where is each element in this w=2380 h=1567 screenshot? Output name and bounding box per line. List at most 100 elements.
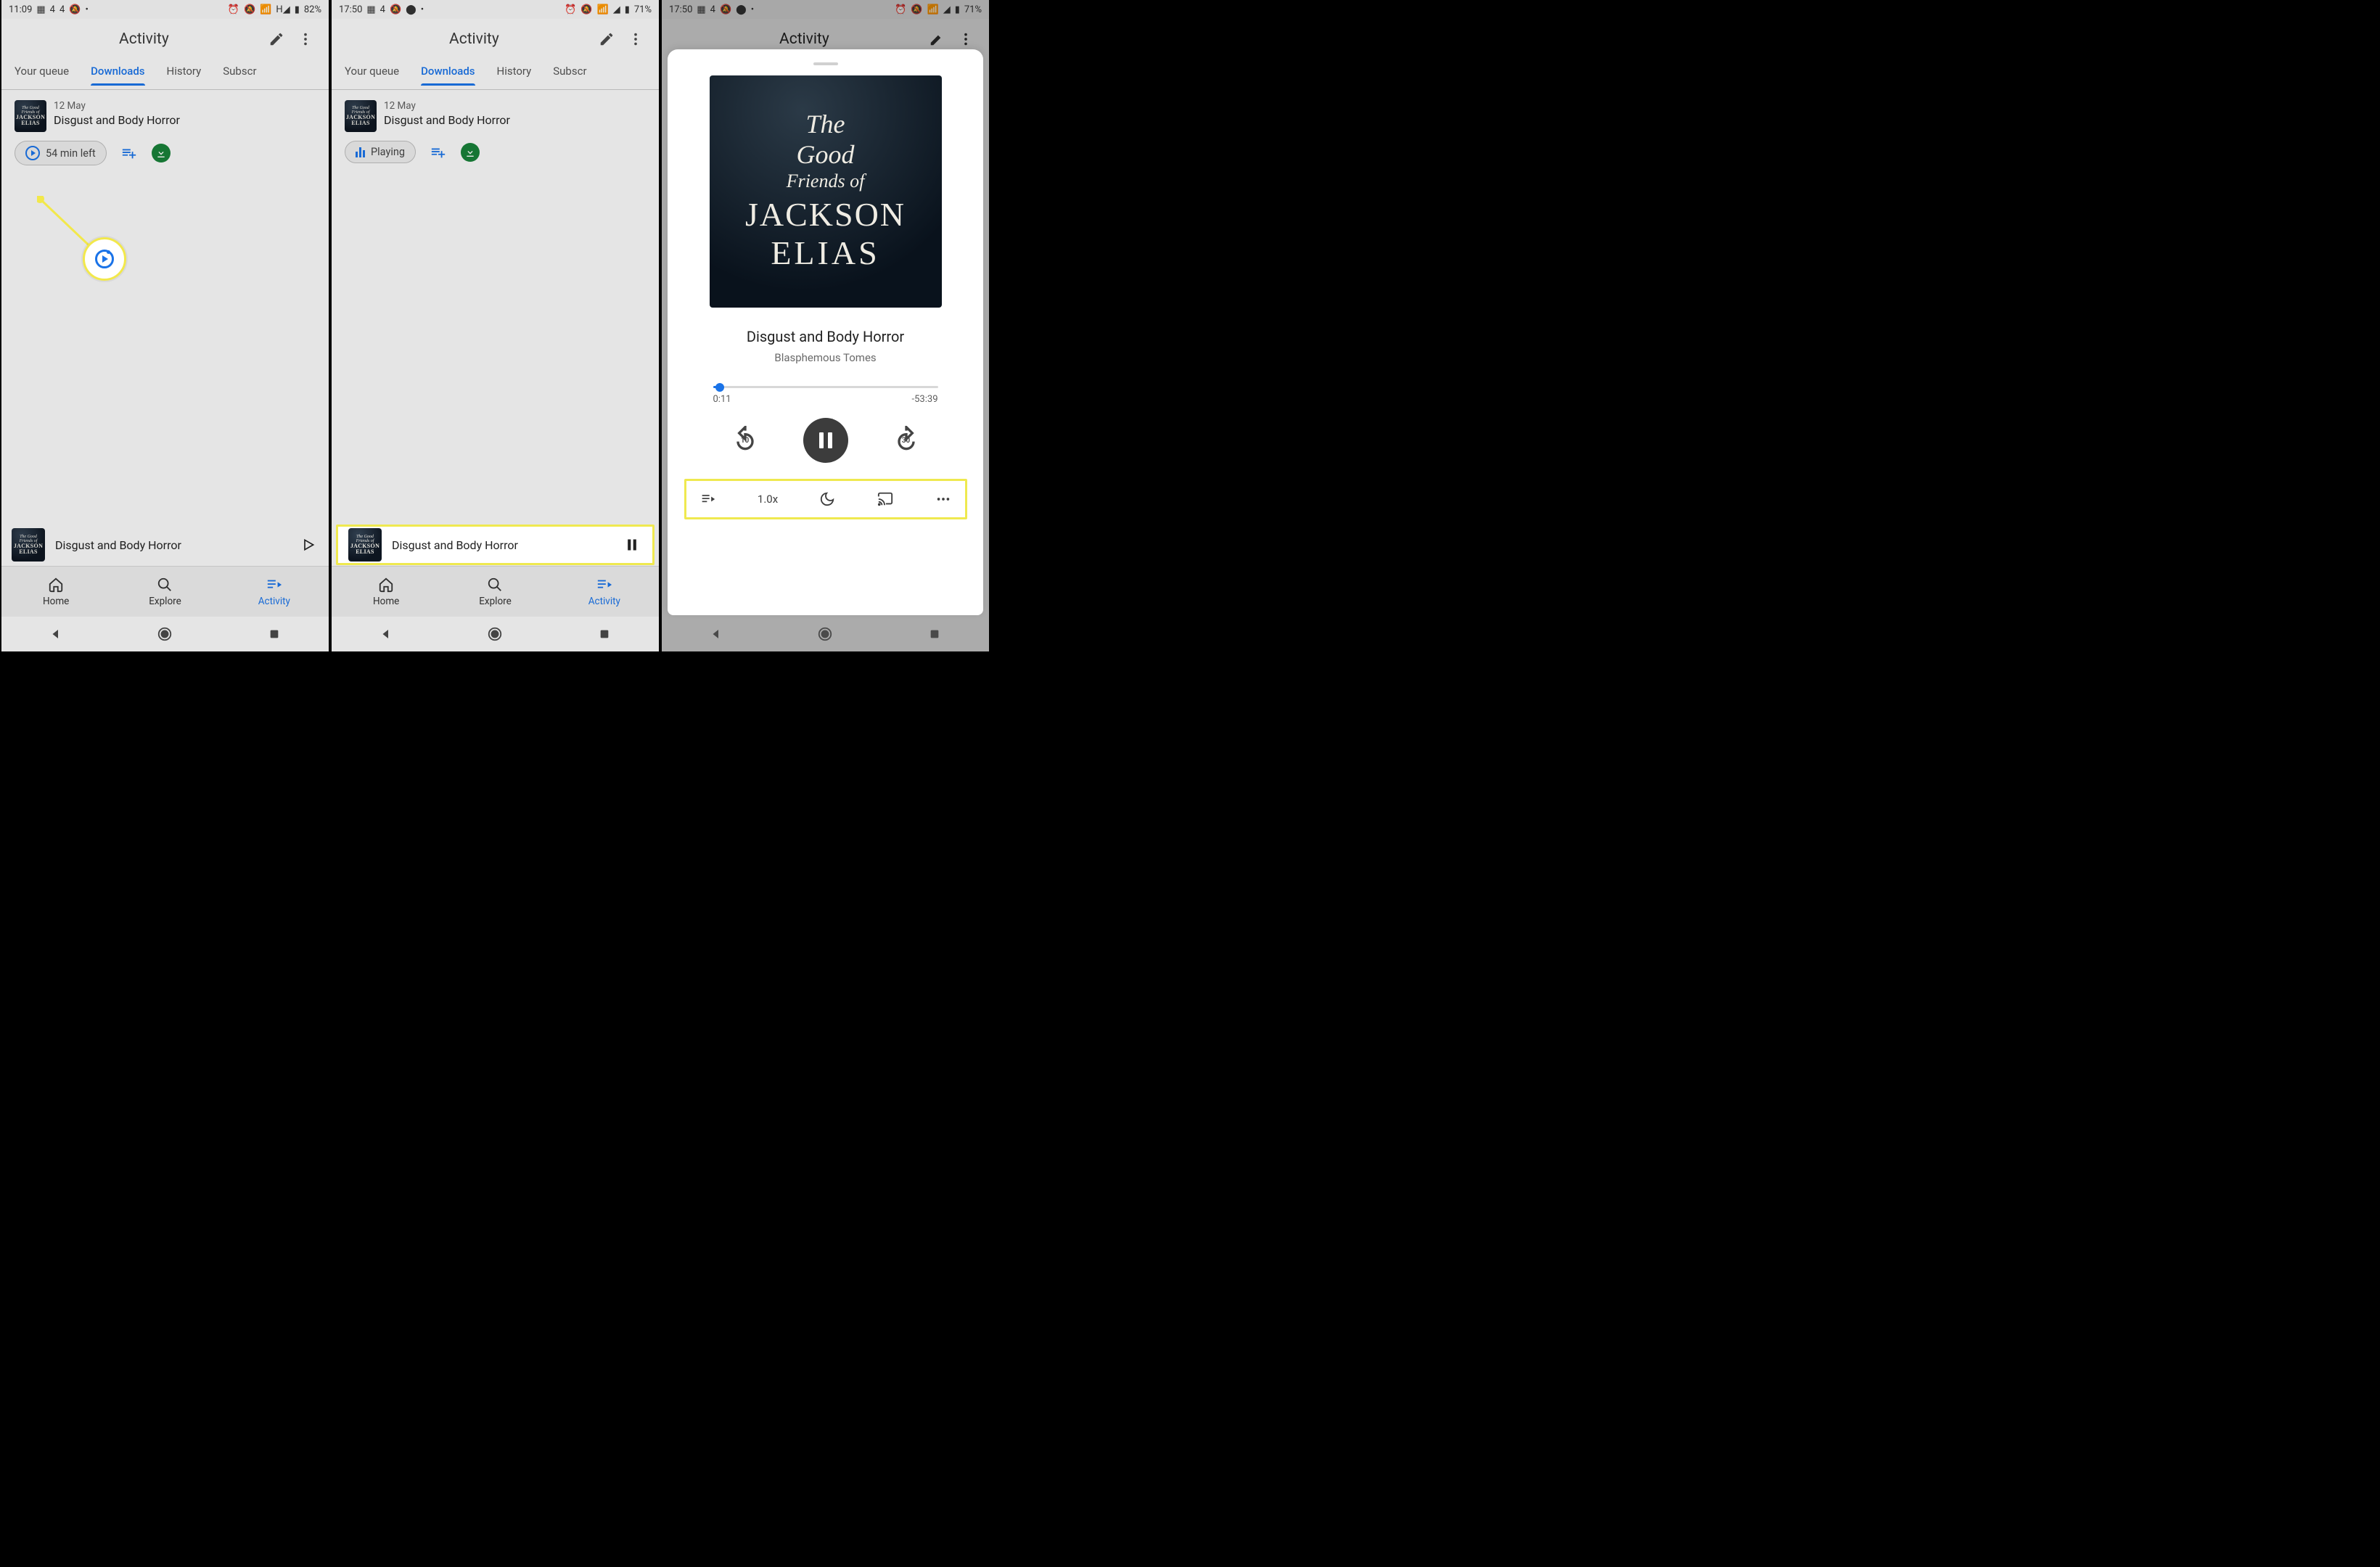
time-left: 54 min left xyxy=(46,147,96,160)
title-bar: Activity xyxy=(332,19,659,59)
mini-title: Disgust and Body Horror xyxy=(392,538,612,552)
page-title: Activity xyxy=(119,30,169,48)
episode-title: Disgust and Body Horror xyxy=(54,113,180,127)
tab-history[interactable]: History xyxy=(167,65,202,85)
sys-home[interactable] xyxy=(487,626,503,642)
play-chip[interactable]: 54 min left xyxy=(15,141,107,165)
more-button[interactable] xyxy=(291,25,320,54)
mini-player-highlighted[interactable]: The GoodFriends ofJACKSONELIAS Disgust a… xyxy=(336,525,654,565)
progress-bar[interactable]: 0:11 -53:39 xyxy=(713,386,938,405)
overflow-button[interactable] xyxy=(935,491,951,507)
tab-queue[interactable]: Your queue xyxy=(15,65,69,85)
alarm-icon: ⏰ xyxy=(228,4,239,15)
sys-back[interactable] xyxy=(708,626,724,642)
sys-recent[interactable] xyxy=(927,626,943,642)
callout-highlight xyxy=(83,237,126,281)
tab-history[interactable]: History xyxy=(497,65,532,85)
nav-home-label: Home xyxy=(43,596,69,607)
episode-item[interactable]: The GoodFriends ofJACKSONELIAS 12 May Di… xyxy=(332,90,659,163)
album-art: The Good Friends of JACKSON ELIAS xyxy=(710,75,942,308)
edit-button[interactable] xyxy=(592,25,621,54)
add-to-queue-button[interactable] xyxy=(120,145,139,161)
sleep-button[interactable] xyxy=(819,491,835,507)
tab-subs[interactable]: Subscr xyxy=(553,65,586,85)
mini-title: Disgust and Body Horror xyxy=(55,538,288,552)
pause-button[interactable] xyxy=(803,418,848,463)
tab-subs[interactable]: Subscr xyxy=(223,65,256,85)
add-to-queue-button[interactable] xyxy=(429,144,448,160)
mini-player[interactable]: The GoodFriends of JACKSONELIAS Disgust … xyxy=(1,525,329,565)
nav-explore[interactable]: Explore xyxy=(440,567,549,617)
tabs: Your queue Downloads History Subscr xyxy=(332,59,659,90)
sys-recent[interactable] xyxy=(266,626,282,642)
screen-2: 17:50 ▦ 4 🔕 ⬤ • ⏰ 🔕 📶 ◢ ▮ 71% Activity Y… xyxy=(330,0,660,651)
speed-button[interactable]: 1.0x xyxy=(758,493,778,506)
cast-button[interactable] xyxy=(876,491,895,507)
episode-item[interactable]: The GoodFriends of JACKSONELIAS 12 May D… xyxy=(1,90,329,165)
tab-queue[interactable]: Your queue xyxy=(345,65,399,85)
tabs: Your queue Downloads History Subscr xyxy=(1,59,329,90)
nav-explore[interactable]: Explore xyxy=(110,567,219,617)
skip-back-button[interactable]: 10 xyxy=(728,423,763,458)
queue-button[interactable] xyxy=(699,492,717,506)
mini-thumb: The GoodFriends ofJACKSONELIAS xyxy=(348,528,382,562)
tools-row-highlighted: 1.0x xyxy=(684,479,967,519)
signal-icon: ◢ xyxy=(613,4,620,15)
tab-downloads[interactable]: Downloads xyxy=(421,65,475,85)
wifi-icon: 📶 xyxy=(260,4,271,15)
episode-date: 12 May xyxy=(54,100,180,112)
dnd-icon: 🔕 xyxy=(69,4,81,15)
sys-back[interactable] xyxy=(48,626,64,642)
art-line2: Good xyxy=(797,140,855,169)
nav-home[interactable]: Home xyxy=(332,567,440,617)
tab-downloads[interactable]: Downloads xyxy=(91,65,144,85)
nav-home[interactable]: Home xyxy=(1,567,110,617)
bottom-nav: Home Explore Activity xyxy=(1,566,329,617)
drag-handle[interactable] xyxy=(813,62,838,65)
system-nav xyxy=(662,617,989,651)
app-icon: ⬤ xyxy=(406,4,416,15)
nav-activity[interactable]: Activity xyxy=(550,567,659,617)
downloaded-badge[interactable] xyxy=(152,144,171,163)
skip-fwd-amount: 30 xyxy=(902,437,910,445)
page-title: Activity xyxy=(449,30,499,48)
sys-home[interactable] xyxy=(817,626,833,642)
status-bar: 11:09 ▦ 4 4 🔕 • ⏰ 🔕 📶 H◢ ▮ 82% xyxy=(1,0,329,19)
search-icon xyxy=(157,577,173,593)
system-nav xyxy=(332,617,659,651)
more-button[interactable] xyxy=(621,25,650,54)
downloaded-badge[interactable] xyxy=(461,143,480,162)
art-line4: JACKSON xyxy=(745,195,906,234)
activity-icon xyxy=(266,577,283,593)
channel4b-icon: 4 xyxy=(60,4,65,15)
mute-icon: 🔕 xyxy=(244,4,255,15)
gallery-icon: ▦ xyxy=(36,4,45,15)
edit-button[interactable] xyxy=(262,25,291,54)
nav-activity[interactable]: Activity xyxy=(220,567,329,617)
battery-icon: ▮ xyxy=(295,4,300,15)
home-icon xyxy=(378,577,394,593)
activity-icon xyxy=(596,577,613,593)
mini-pause-button[interactable] xyxy=(622,538,642,552)
progress-knob[interactable] xyxy=(715,383,724,392)
gallery-icon: ▦ xyxy=(366,4,375,15)
mini-play-button[interactable] xyxy=(298,538,319,552)
battery-icon: ▮ xyxy=(625,4,630,15)
nav-home-label: Home xyxy=(373,596,399,607)
screen-1: 11:09 ▦ 4 4 🔕 • ⏰ 🔕 📶 H◢ ▮ 82% Activity … xyxy=(0,0,330,651)
dnd-icon: 🔕 xyxy=(390,4,401,15)
art-line1: The xyxy=(806,110,845,139)
nav-activity-label: Activity xyxy=(588,596,620,607)
home-icon xyxy=(48,577,64,593)
sys-home[interactable] xyxy=(157,626,173,642)
playing-label: Playing xyxy=(371,146,405,158)
alarm-icon: ⏰ xyxy=(565,4,576,15)
title-bar: Activity xyxy=(1,19,329,59)
battery-pct: 71% xyxy=(634,4,652,15)
sys-recent[interactable] xyxy=(596,626,612,642)
equalizer-icon xyxy=(356,147,365,157)
skip-forward-button[interactable]: 30 xyxy=(889,423,924,458)
channel4-icon: 4 xyxy=(380,4,385,15)
playing-chip[interactable]: Playing xyxy=(345,141,416,163)
sys-back[interactable] xyxy=(378,626,394,642)
